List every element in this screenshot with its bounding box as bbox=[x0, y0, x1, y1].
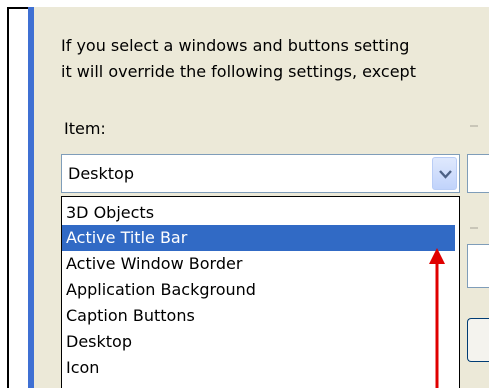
pointer-arrow-icon bbox=[429, 248, 445, 388]
